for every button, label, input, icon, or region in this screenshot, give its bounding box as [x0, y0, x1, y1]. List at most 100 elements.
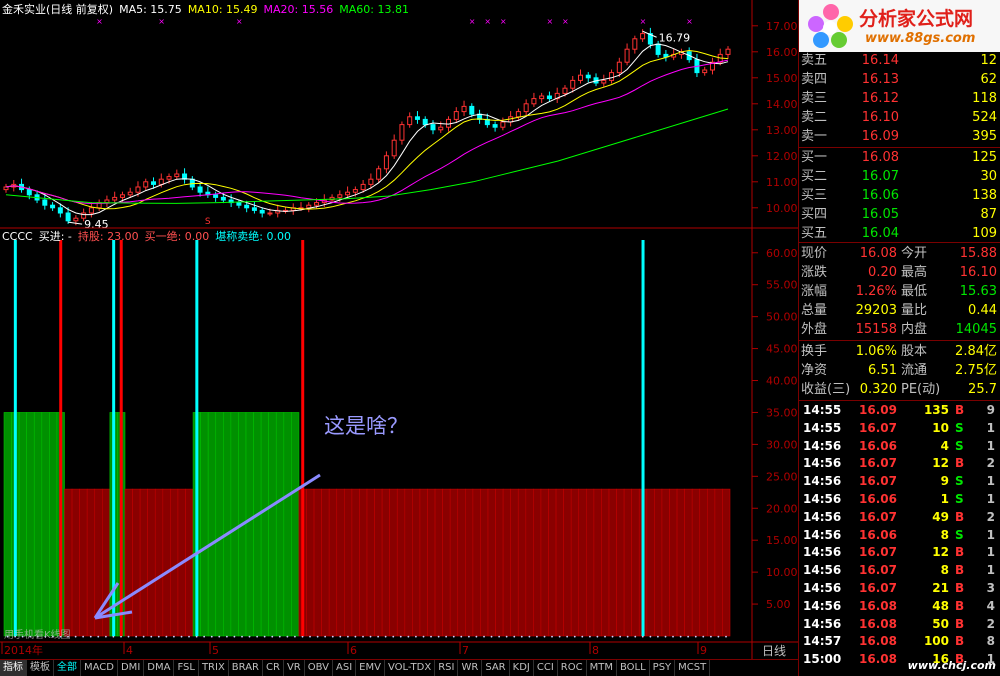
bar-dot: •	[361, 634, 365, 641]
stat-row: 净资 6.51 流通 2.75亿	[801, 361, 999, 380]
y-tick-label: 40.00	[766, 375, 798, 388]
empty-bar	[601, 488, 610, 637]
empty-bar	[71, 488, 80, 637]
tab-sar[interactable]: SAR	[482, 660, 510, 676]
y-tick-label: 30.00	[766, 438, 798, 451]
tab-cci[interactable]: CCI	[534, 660, 558, 676]
empty-bar	[487, 488, 496, 637]
bar-dot: •	[248, 634, 252, 641]
tab-wr[interactable]: WR	[458, 660, 483, 676]
tab-vr[interactable]: VR	[284, 660, 305, 676]
hold-bar	[268, 412, 277, 637]
tab-dma[interactable]: DMA	[144, 660, 175, 676]
x-tick-label: 7	[462, 644, 469, 657]
signal-mark: ×	[484, 17, 491, 26]
ask-row[interactable]: 卖一 16.09 395	[801, 127, 999, 146]
book-volume: 87	[980, 207, 997, 222]
hold-bar	[223, 412, 232, 637]
tab-boll[interactable]: BOLL	[617, 660, 650, 676]
bar-dot: •	[127, 634, 131, 641]
tab-mcst[interactable]: MCST	[675, 660, 711, 676]
book-price: 16.10	[861, 110, 899, 125]
empty-bar	[540, 488, 549, 637]
bid-row[interactable]: 买二 16.07 30	[801, 167, 999, 186]
stat-row: 涨幅 1.26% 最低 15.63	[801, 282, 999, 301]
empty-bar	[646, 488, 655, 637]
candle	[539, 95, 545, 100]
stat-row: 总量 29203 量比 0.44	[801, 301, 999, 320]
tab-obv[interactable]: OBV	[305, 660, 333, 676]
empty-bar	[419, 488, 428, 637]
period-label[interactable]: 日线	[762, 644, 786, 658]
empty-bar	[86, 488, 96, 637]
bid-row[interactable]: 买五 16.04 109	[801, 224, 999, 243]
tab-rsi[interactable]: RSI	[435, 660, 459, 676]
tab-mtm[interactable]: MTM	[587, 660, 617, 676]
candle	[500, 121, 506, 128]
y-tick-label: 50.00	[766, 311, 798, 324]
book-price: 16.09	[861, 129, 899, 144]
ma10-label: MA10: 15.49	[187, 3, 258, 16]
empty-bar	[449, 488, 459, 637]
buy-one-label: 买一绝: 0.00	[144, 230, 210, 243]
bar-dot: •	[376, 634, 380, 641]
tab-全部[interactable]: 全部	[54, 660, 81, 676]
candle	[166, 176, 172, 180]
candle	[655, 43, 661, 55]
book-volume: 395	[972, 129, 997, 144]
book-label: 卖三	[801, 91, 828, 106]
candle	[65, 212, 71, 222]
trade-side: B	[955, 563, 965, 578]
empty-bar	[707, 488, 716, 637]
bid-row[interactable]: 买一 16.08 125	[801, 148, 999, 167]
stock-title: 金禾实业(日线 前复权)	[2, 3, 114, 16]
tab-brar[interactable]: BRAR	[229, 660, 263, 676]
bar-dot: •	[210, 634, 214, 641]
tab-cr[interactable]: CR	[263, 660, 284, 676]
ask-row[interactable]: 卖五 16.14 12	[801, 51, 999, 70]
ask-row[interactable]: 卖三 16.12 118	[801, 89, 999, 108]
tab-emv[interactable]: EMV	[356, 660, 385, 676]
tab-macd[interactable]: MACD	[81, 660, 118, 676]
bid-row[interactable]: 买四 16.05 87	[801, 205, 999, 224]
candle	[50, 204, 56, 209]
bar-dot: •	[573, 634, 577, 641]
bar-dot: •	[429, 634, 433, 641]
empty-bar	[366, 488, 375, 637]
tab-指标[interactable]: 指标	[0, 660, 27, 676]
tab-trix[interactable]: TRIX	[199, 660, 229, 676]
quote-panel: 分析家公式网 www.88gs.com 卖五 16.14 12 卖四 16.13 62 卖三…	[798, 0, 1000, 676]
tab-psy[interactable]: PSY	[650, 660, 676, 676]
high-price-label: 16.79	[659, 31, 691, 44]
y-tick-label: 15.00	[766, 72, 798, 85]
book-label: 买三	[801, 188, 828, 203]
stat-label: 最低	[901, 284, 928, 299]
trade-count: 1	[986, 438, 995, 453]
tab-roc[interactable]: ROC	[558, 660, 587, 676]
candle	[213, 194, 219, 198]
candle	[135, 186, 141, 193]
chart-area: 17.00 16.00 15.00 14.00 13.00 12.00 11.00 10.00…	[0, 0, 798, 659]
tab-dmi[interactable]: DMI	[118, 660, 145, 676]
trade-side: S	[955, 438, 964, 453]
bar-dot: •	[550, 634, 554, 641]
ask-row[interactable]: 卖四 16.13 62	[801, 70, 999, 89]
ma20-label: MA20: 15.56	[263, 3, 334, 16]
ask-row[interactable]: 卖二 16.10 524	[801, 108, 999, 127]
stat-label: 今开	[901, 246, 928, 261]
candle	[119, 194, 125, 198]
tab-kdj[interactable]: KDJ	[510, 660, 534, 676]
bar-dot: •	[565, 634, 569, 641]
tab-fsl[interactable]: FSL	[174, 660, 199, 676]
candle	[624, 48, 630, 63]
signal-mark: ×	[469, 17, 476, 26]
candle	[352, 189, 358, 193]
tab-模板[interactable]: 模板	[27, 660, 54, 676]
y-tick-label: 15.00	[766, 534, 798, 547]
bid-row[interactable]: 买三 16.06 138	[801, 186, 999, 205]
candle	[251, 207, 257, 211]
empty-bar	[654, 488, 663, 637]
tab-asi[interactable]: ASI	[333, 660, 357, 676]
tab-vol-tdx[interactable]: VOL-TDX	[385, 660, 436, 676]
empty-bar	[502, 488, 511, 637]
